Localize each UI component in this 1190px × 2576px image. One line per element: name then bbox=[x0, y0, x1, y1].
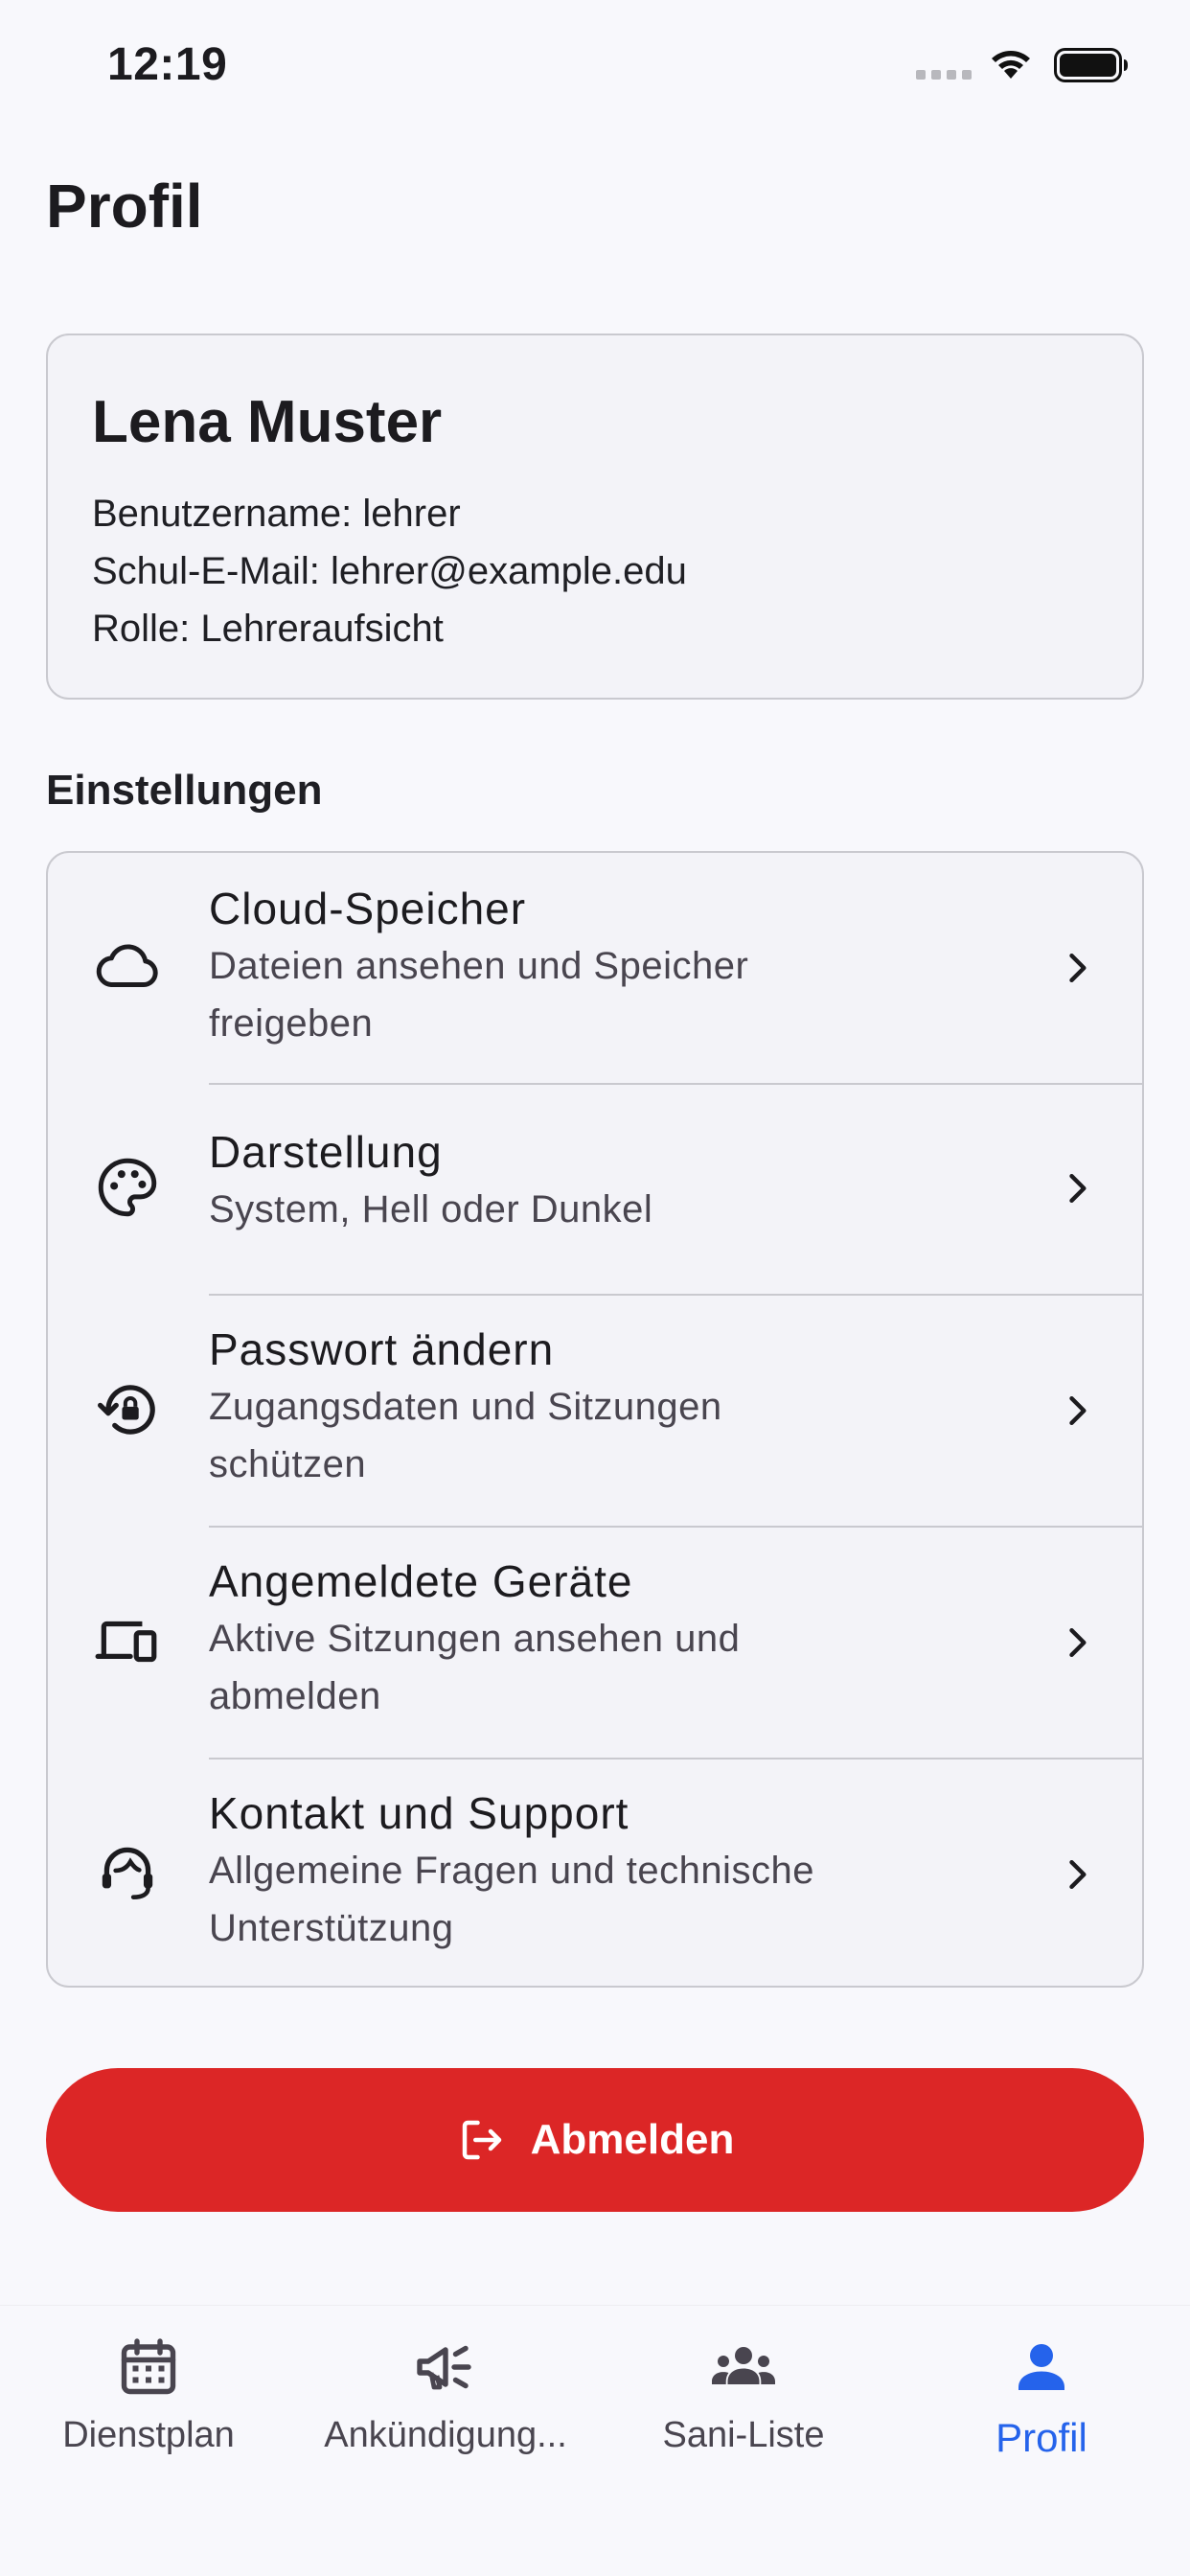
profile-username: Benutzername: lehrer bbox=[92, 493, 461, 535]
nav-label: Dienstplan bbox=[62, 2415, 235, 2455]
chevron-right-icon bbox=[1069, 1627, 1087, 1658]
nav-label: Sani-Liste bbox=[662, 2415, 825, 2455]
settings-item-title: Kontakt und Support bbox=[209, 1788, 629, 1838]
logout-button[interactable]: Abmelden bbox=[46, 2068, 1144, 2212]
group-icon bbox=[712, 2347, 775, 2384]
settings-item-subtitle: schützen bbox=[209, 1443, 367, 1485]
settings-item-subtitle: Unterstützung bbox=[209, 1907, 454, 1949]
settings-item-appearance[interactable]: Darstellung System, Hell oder Dunkel bbox=[48, 1085, 1142, 1294]
settings-item-subtitle: Aktive Sitzungen ansehen und bbox=[209, 1618, 741, 1660]
bottom-navigation: Dienstplan Ankündigung... Sani-Liste Pro… bbox=[0, 2305, 1190, 2576]
nav-item-dienstplan[interactable]: Dienstplan bbox=[0, 2306, 297, 2497]
cloud-icon bbox=[92, 932, 163, 1002]
nav-item-profil[interactable]: Profil bbox=[893, 2306, 1190, 2497]
logout-label: Abmelden bbox=[530, 2116, 735, 2163]
devices-icon bbox=[92, 1606, 163, 1677]
profile-email: Schul-E-Mail: lehrer@example.edu bbox=[92, 550, 687, 592]
person-icon bbox=[1018, 2344, 1064, 2390]
calendar-icon bbox=[121, 2338, 176, 2395]
profile-name: Lena Muster bbox=[92, 389, 443, 455]
logout-icon bbox=[462, 2120, 501, 2160]
wifi-icon bbox=[992, 51, 1030, 79]
status-time: 12:19 bbox=[107, 39, 228, 90]
megaphone-icon bbox=[417, 2345, 471, 2390]
settings-section-title: Einstellungen bbox=[46, 767, 323, 814]
nav-item-ankuendigungen[interactable]: Ankündigung... bbox=[297, 2306, 594, 2497]
settings-item-title: Angemeldete Geräte bbox=[209, 1556, 633, 1606]
support-agent-icon bbox=[92, 1838, 163, 1909]
page-title: Profil bbox=[46, 172, 203, 241]
settings-item-subtitle: Dateien ansehen und Speicher bbox=[209, 945, 749, 987]
chevron-right-icon bbox=[1069, 1395, 1087, 1426]
nav-label: Profil bbox=[995, 2415, 1087, 2460]
chevron-right-icon bbox=[1069, 953, 1087, 983]
settings-item-subtitle: freigeben bbox=[209, 1002, 374, 1045]
settings-item-title: Cloud-Speicher bbox=[209, 884, 527, 933]
settings-item-subtitle: Allgemeine Fragen und technische bbox=[209, 1850, 814, 1892]
settings-list: Cloud-Speicher Dateien ansehen und Speic… bbox=[46, 851, 1144, 1988]
settings-item-signed-in-devices[interactable]: Angemeldete Geräte Aktive Sitzungen anse… bbox=[48, 1528, 1142, 1758]
settings-item-contact-support[interactable]: Kontakt und Support Allgemeine Fragen un… bbox=[48, 1760, 1142, 1986]
battery-icon bbox=[1054, 48, 1128, 82]
settings-item-change-password[interactable]: Passwort ändern Zugangsdaten und Sitzung… bbox=[48, 1296, 1142, 1526]
settings-item-title: Darstellung bbox=[209, 1127, 443, 1177]
profile-role: Rolle: Lehreraufsicht bbox=[92, 608, 444, 650]
settings-item-subtitle: Zugangsdaten und Sitzungen bbox=[209, 1386, 722, 1428]
settings-item-subtitle: System, Hell oder Dunkel bbox=[209, 1188, 653, 1230]
nav-item-sani-liste[interactable]: Sani-Liste bbox=[595, 2306, 892, 2497]
settings-item-cloud-storage[interactable]: Cloud-Speicher Dateien ansehen und Speic… bbox=[48, 853, 1142, 1083]
settings-item-title: Passwort ändern bbox=[209, 1324, 555, 1374]
profile-card: Lena Muster Benutzername: lehrer Schul-E… bbox=[46, 334, 1144, 700]
profile-screen: 12:19 Profil Lena Muster Benutzername: l… bbox=[0, 0, 1190, 2576]
chevron-right-icon bbox=[1069, 1859, 1087, 1890]
status-bar: 12:19 bbox=[0, 0, 1190, 134]
lock-reset-icon bbox=[92, 1374, 163, 1445]
settings-item-subtitle: abmelden bbox=[209, 1675, 381, 1717]
chevron-right-icon bbox=[1069, 1173, 1087, 1204]
cellular-signal-icon bbox=[916, 70, 972, 80]
palette-icon bbox=[92, 1152, 163, 1223]
nav-label: Ankündigung... bbox=[324, 2415, 567, 2455]
